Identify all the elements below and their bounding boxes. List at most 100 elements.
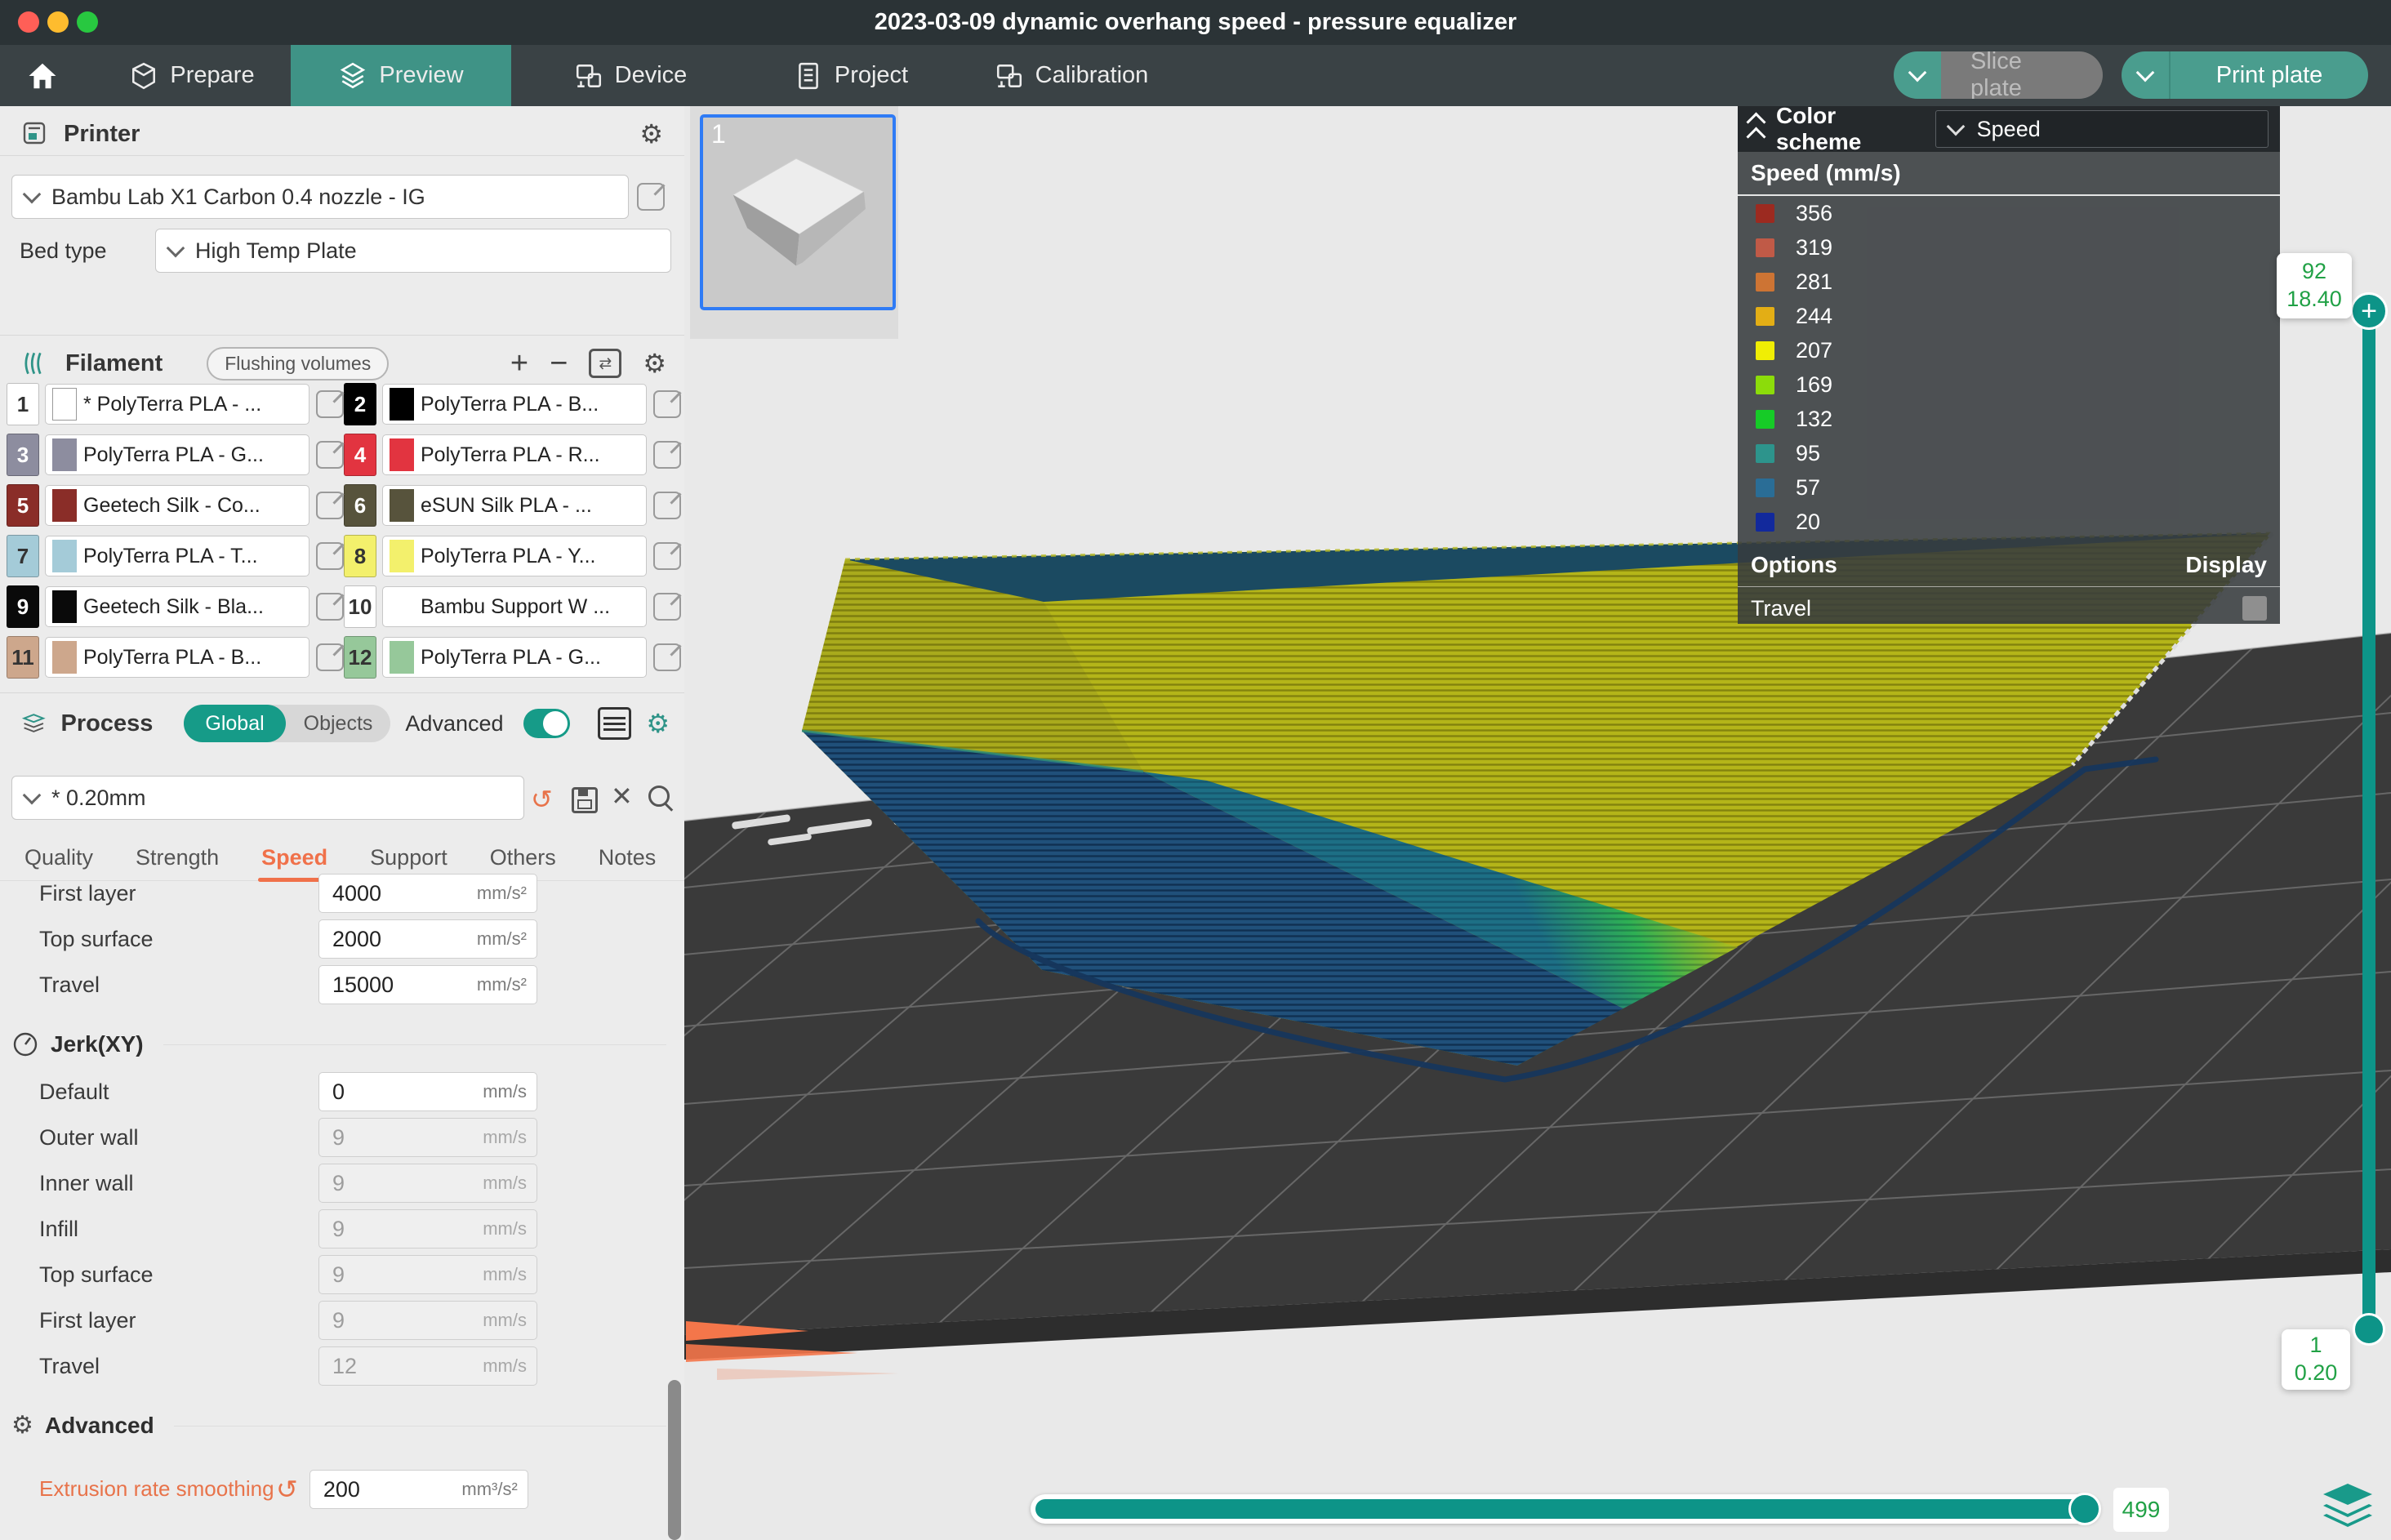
tab-strength[interactable]: Strength [136,845,219,870]
layer-slider-bottom-handle[interactable] [2353,1313,2385,1346]
tab-calibration[interactable]: Calibration [973,45,1169,106]
slice-plate-dropdown[interactable] [1894,51,1941,99]
bed-type-select[interactable]: High Temp Plate [155,229,671,273]
legend-rows: 356 319 281 244 207 169 132 95 57 20 [1738,196,2280,539]
layers-icon[interactable] [2323,1484,2372,1527]
filament-select[interactable]: PolyTerra PLA - B... [45,637,309,678]
filament-select[interactable]: * PolyTerra PLA - ... [45,384,309,425]
filament-edit-icon[interactable] [653,492,681,519]
filament-slot-12[interactable]: 12 PolyTerra PLA - G... [344,636,681,679]
filament-select[interactable]: PolyTerra PLA - G... [45,434,309,475]
filament-edit-icon[interactable] [653,593,681,621]
jerk-infill-input[interactable]: 9 mm/s [318,1209,537,1248]
reset-preset-icon[interactable]: ↺ [531,784,553,815]
jerk-default-input[interactable]: 0 mm/s [318,1072,537,1111]
filament-select[interactable]: Geetech Silk - Co... [45,485,309,526]
filament-select[interactable]: Geetech Silk - Bla... [45,586,309,627]
printer-preset-select[interactable]: Bambu Lab X1 Carbon 0.4 nozzle - IG [11,175,629,219]
tab-others[interactable]: Others [490,845,556,870]
travel-accel-input[interactable]: 15000 mm/s² [318,965,537,1004]
legend-swatch [1756,238,1774,257]
filament-edit-icon[interactable] [316,492,344,519]
filament-slot-5[interactable]: 5 Geetech Silk - Co... [7,484,344,527]
printer-edit-icon[interactable] [637,183,665,211]
filament-number-badge: 9 [7,585,39,628]
color-scheme-select[interactable]: Speed [1935,110,2269,148]
collapse-panel-icon[interactable] [1749,115,1763,144]
ams-sync-icon[interactable]: ⇄ [589,349,621,378]
delete-preset-icon[interactable]: ✕ [611,781,633,812]
filament-slot-6[interactable]: 6 eSUN Silk PLA - ... [344,484,681,527]
remove-filament-button[interactable]: − [550,348,568,379]
tab-preview[interactable]: Preview [291,45,511,106]
search-preset-icon[interactable] [648,786,670,807]
printer-settings-gear-icon[interactable]: ⚙ [639,121,684,147]
layer-slider-track[interactable] [2362,312,2375,1331]
filament-select[interactable]: PolyTerra PLA - B... [382,384,647,425]
sidebar-scrollbar[interactable] [668,1380,681,1540]
filament-select[interactable]: Bambu Support W ... [382,586,647,627]
tab-notes[interactable]: Notes [599,845,657,870]
print-plate-button[interactable]: Print plate [2122,51,2368,99]
filament-edit-icon[interactable] [653,643,681,671]
tab-project[interactable]: Project [777,45,924,106]
filament-settings-gear-icon[interactable]: ⚙ [643,350,666,376]
layer-slider-top-handle[interactable]: + [2350,292,2388,330]
slice-plate-button[interactable]: Slice plate [1894,51,2103,99]
filament-select[interactable]: PolyTerra PLA - Y... [382,536,647,576]
filament-slot-2[interactable]: 2 PolyTerra PLA - B... [344,383,681,425]
jerk-outer-wall-input[interactable]: 9 mm/s [318,1118,537,1157]
save-preset-icon[interactable] [572,787,598,813]
global-toggle-option[interactable]: Global [184,705,285,742]
tab-device[interactable]: Device [549,45,712,106]
first-layer-accel-input[interactable]: 4000 mm/s² [318,874,537,913]
tab-quality[interactable]: Quality [24,845,93,870]
filament-select[interactable]: PolyTerra PLA - R... [382,434,647,475]
flushing-volumes-button[interactable]: Flushing volumes [207,347,389,381]
filament-slot-8[interactable]: 8 PolyTerra PLA - Y... [344,535,681,577]
global-objects-toggle[interactable]: Global Objects [184,705,390,742]
tab-speed[interactable]: Speed [261,845,327,870]
plate-thumbnail-1[interactable]: 1 [700,114,896,310]
filament-slot-9[interactable]: 9 Geetech Silk - Bla... [7,585,344,628]
filament-slot-4[interactable]: 4 PolyTerra PLA - R... [344,434,681,476]
filament-edit-icon[interactable] [316,643,344,671]
add-filament-button[interactable]: + [510,348,528,379]
process-preset-select[interactable]: * 0.20mm [11,776,524,820]
filament-number-badge: 1 [7,383,39,425]
filament-select[interactable]: PolyTerra PLA - T... [45,536,309,576]
tab-support[interactable]: Support [370,845,447,870]
filament-select[interactable]: eSUN Silk PLA - ... [382,485,647,526]
advanced-toggle[interactable] [523,709,571,738]
reset-value-icon[interactable]: ↺ [276,1474,298,1505]
filament-slot-1[interactable]: 1 * PolyTerra PLA - ... [7,383,344,425]
viewport-3d[interactable]: 1 Color scheme Speed Speed (mm/s) 356 31… [684,106,2391,1540]
setting-list-icon[interactable] [598,707,631,740]
filament-slot-7[interactable]: 7 PolyTerra PLA - T... [7,535,344,577]
filament-slot-11[interactable]: 11 PolyTerra PLA - B... [7,636,344,679]
objects-toggle-option[interactable]: Objects [286,712,391,736]
top-surface-accel-input[interactable]: 2000 mm/s² [318,919,537,959]
filament-color-swatch [52,388,77,421]
filament-edit-icon[interactable] [653,542,681,570]
filament-select[interactable]: PolyTerra PLA - G... [382,637,647,678]
extrusion-rate-smoothing-input[interactable]: 200 mm³/s² [309,1470,528,1509]
move-slider-handle[interactable] [2068,1493,2101,1525]
filament-slot-10[interactable]: 10 Bambu Support W ... [344,585,681,628]
search-settings-icon[interactable]: ⚙ [646,710,684,737]
jerk-first-layer-input[interactable]: 9 mm/s [318,1301,537,1340]
filament-edit-icon[interactable] [316,542,344,570]
jerk-top-surface-input[interactable]: 9 mm/s [318,1255,537,1294]
filament-edit-icon[interactable] [316,593,344,621]
travel-checkbox[interactable] [2242,596,2267,621]
home-button[interactable] [11,45,73,106]
filament-edit-icon[interactable] [316,441,344,469]
filament-slot-3[interactable]: 3 PolyTerra PLA - G... [7,434,344,476]
filament-edit-icon[interactable] [653,390,681,418]
print-plate-dropdown[interactable] [2122,51,2171,99]
jerk-travel-input[interactable]: 12 mm/s [318,1346,537,1386]
filament-edit-icon[interactable] [653,441,681,469]
filament-edit-icon[interactable] [316,390,344,418]
jerk-inner-wall-input[interactable]: 9 mm/s [318,1164,537,1203]
tab-prepare[interactable]: Prepare [106,45,278,106]
